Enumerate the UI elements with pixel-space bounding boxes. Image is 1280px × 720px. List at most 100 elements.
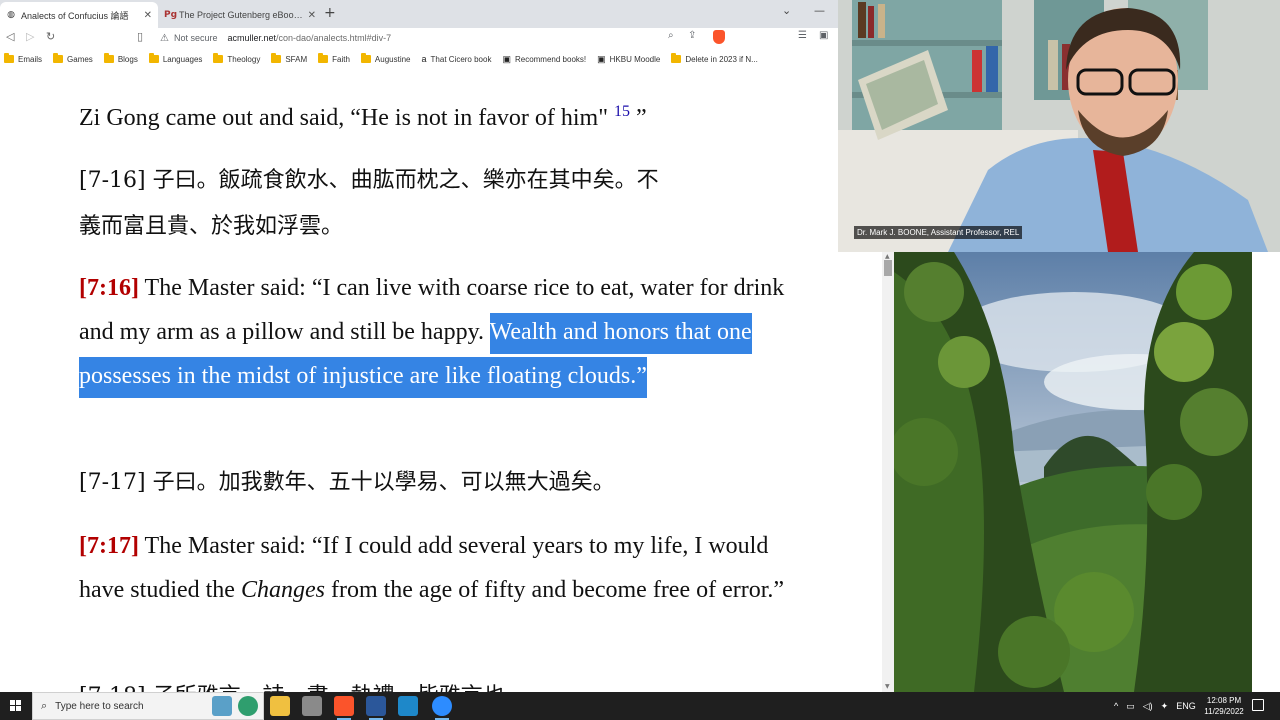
close-icon[interactable]: ✕ [308,10,316,21]
new-tab-button[interactable]: + [324,5,336,21]
scroll-down-icon[interactable]: ▼ [885,683,890,690]
start-button[interactable] [0,692,32,720]
url-text: acmuller.net/con-dao/analects.html#div-7 [227,33,392,43]
bookmark-item[interactable]: Theology [213,53,261,64]
dropbox-icon[interactable]: ✦ [1161,701,1169,712]
bookmark-label: HKBU Moodle [609,54,661,64]
address-bar[interactable]: ⚠ Not secure acmuller.net/con-dao/analec… [130,29,740,47]
chinese-7-17: [7-17] 子曰。加我數年、五十以學易、可以無大過矣。 [79,470,615,495]
windows-icon [10,700,21,711]
brave-browser-icon[interactable] [334,696,354,720]
bookmark-item[interactable]: ▣ Recommend books! [502,54,586,65]
folder-icon [103,53,114,63]
folder-icon [148,53,159,63]
tab-analects[interactable]: ◍ Analects of Confucius 論語 ✕ [0,2,158,28]
bookmark-item[interactable]: Languages [148,53,203,64]
reference-label: [7:16] [79,275,139,301]
reference-label: [7:17] [79,533,139,559]
bookmark-label: Faith [332,54,350,64]
background-panel [1252,252,1280,692]
chevron-down-icon[interactable]: ⌄ [782,4,791,17]
browser-window: ◍ Analects of Confucius 論語 ✕ Pg The Proj… [0,0,838,692]
chinese-7-18: [7-18] 子所雅言、詩、書、執禮、皆雅言也。 [79,674,799,692]
webcam-scene [838,0,1280,252]
sidebar-icon[interactable]: ▣ [819,30,828,41]
chinese-7-16: [7-16] 子曰。飯疏食飲水、曲肱而枕之、樂亦在其中矣。不 義而富且貴、於我如… [79,168,659,239]
page-scrollbar[interactable]: ▲ ▼ [882,252,894,692]
scroll-up-icon[interactable]: ▲ [885,253,890,260]
tab-strip: ◍ Analects of Confucius 論語 ✕ Pg The Proj… [0,0,838,28]
photos-icon[interactable] [398,696,418,716]
minimize-button[interactable]: — [814,4,825,17]
folder-icon [213,53,224,63]
forward-button[interactable]: ▷ [26,30,34,43]
folder-icon [318,53,329,63]
participant-name-label: Dr. Mark J. BOONE, Assistant Professor, … [854,226,1023,239]
word-icon[interactable] [366,696,386,720]
scroll-thumb[interactable] [884,260,892,276]
language-indicator[interactable]: ENG [1176,701,1196,711]
bookmark-label: Emails [18,54,43,64]
tab-gutenberg[interactable]: Pg The Project Gutenberg eBook of The A … [158,2,322,28]
app-icon[interactable] [302,696,322,716]
bookmark-label: SFAM [285,54,308,64]
zoom-icon[interactable]: ⌕ [668,30,674,41]
globe-icon: ◍ [7,10,15,20]
bookmark-item[interactable]: Augustine [360,53,411,64]
network-icon[interactable]: ▭ [1126,701,1135,712]
bookmark-label: That Cicero book [430,54,492,64]
bookmark-item[interactable]: ▣ HKBU Moodle [597,54,660,65]
bookmark-label: Augustine [374,54,411,64]
brave-shield-icon[interactable] [713,30,725,44]
webcam-video [838,0,1280,252]
site-icon: ▣ [597,53,606,64]
intro-paragraph: Zi Gong came out and said, “He is not in… [79,103,647,131]
back-button[interactable]: ◁ [6,30,14,43]
zoom-app-icon[interactable] [432,696,452,720]
weather-icon[interactable] [212,696,232,716]
footnote-link[interactable]: 15 [614,103,630,120]
close-icon[interactable]: ✕ [144,10,152,21]
tab-label: The Project Gutenberg eBook of The A [179,10,304,20]
notification-icon[interactable] [1252,699,1264,711]
tab-label: Analects of Confucius 論語 [21,10,129,21]
bookmark-label: Blogs [117,54,138,64]
bookmark-item[interactable]: Faith [318,53,350,64]
english-7-16: [7:16] The Master said: “I can live with… [79,266,799,398]
site-icon: ▣ [502,53,511,64]
gutenberg-icon: Pg [164,10,178,20]
bookmark-item[interactable]: Emails [4,53,43,64]
bookmark-item[interactable]: Delete in 2023 if N... [671,53,758,64]
bookmark-label: Delete in 2023 if N... [685,54,758,64]
folder-icon [4,53,14,63]
folder-icon [671,53,682,63]
browser-toolbar: ◁ ▷ ↻ ▯ ⚠ Not secure acmuller.net/con-da… [0,28,838,48]
landscape-scene [894,252,1252,692]
windows-taskbar: ⌕ Type here to search ^ ▭ ◁) ✦ ENG 12:08… [0,692,1280,720]
page-content: Zi Gong came out and said, “He is not in… [0,70,838,692]
bookmark-item[interactable]: Blogs [103,53,138,64]
search-placeholder: Type here to search [55,700,144,712]
file-explorer-icon[interactable] [270,696,290,716]
playlist-icon[interactable]: ☰ [798,30,807,41]
background-panel [838,252,882,692]
volume-icon[interactable]: ◁) [1143,701,1153,712]
folder-icon [360,53,371,63]
reload-button[interactable]: ↻ [46,30,55,43]
bookmark-label: Recommend books! [514,54,587,64]
system-clock[interactable]: 12:08 PM 11/29/2022 [1200,695,1248,717]
security-status: Not secure [173,33,218,43]
bookmark-label: Games [67,54,93,64]
bookmarks-bar: Emails Games Blogs Languages Theology SFAM Fai… [0,50,838,68]
bookmark-label: Languages [162,54,203,64]
bookmark-item[interactable]: a That Cicero book [422,54,492,64]
bookmark-item[interactable]: Games [53,53,93,64]
share-icon[interactable]: ⇪ [688,30,696,41]
folder-icon [271,53,282,63]
edge-icon[interactable] [238,696,258,716]
mountain-photo [894,252,1252,692]
bookmark-label: Theology [227,54,261,64]
warning-icon: ⚠ [160,32,169,44]
bookmark-item[interactable]: SFAM [271,53,308,64]
chevron-up-icon[interactable]: ^ [1114,701,1118,711]
